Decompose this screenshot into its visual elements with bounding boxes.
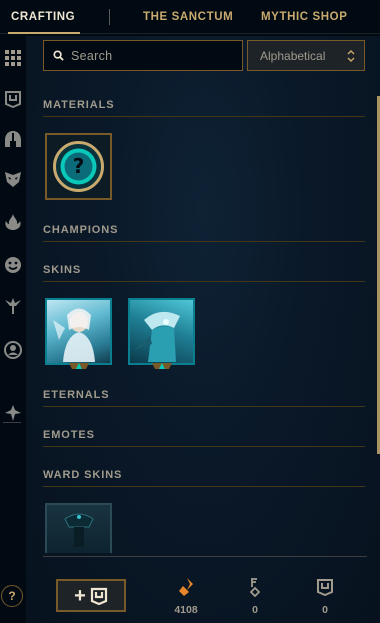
section-divider [43, 116, 365, 117]
mask-icon[interactable] [2, 168, 24, 190]
active-tab-indicator [8, 32, 80, 34]
orange-essence-amount: 4108 [174, 604, 198, 616]
sort-dropdown[interactable]: Alphabetical [247, 40, 365, 71]
helmet-icon[interactable] [2, 128, 24, 150]
chest-icon [317, 579, 333, 596]
currency-chests: 0 [305, 576, 345, 616]
search-box[interactable] [43, 40, 243, 71]
key-icon [249, 578, 261, 597]
flame-icon[interactable] [2, 211, 24, 233]
chest-amount: 0 [322, 604, 328, 616]
search-input[interactable] [71, 48, 231, 63]
profile-icon[interactable] [2, 339, 24, 361]
sort-selected-label: Alphabetical [260, 48, 326, 63]
section-title-ward-skins: WARD SKINS [43, 469, 123, 481]
tab-crafting[interactable]: CRAFTING [11, 11, 75, 23]
tier-pip-icon [69, 363, 89, 369]
svg-text:?: ? [73, 154, 85, 178]
skin-portrait [134, 311, 180, 362]
left-filter-nav [0, 36, 26, 623]
wings-icon[interactable] [2, 402, 24, 424]
tab-divider [109, 9, 110, 25]
skin-tile-2[interactable] [128, 298, 195, 365]
chest-icon [90, 587, 107, 605]
tab-the-sanctum[interactable]: THE SANCTUM [143, 11, 233, 23]
ward-chest-icon[interactable] [2, 88, 24, 110]
section-divider [43, 406, 365, 407]
section-title-eternals: ETERNALS [43, 389, 110, 401]
emote-icon[interactable] [2, 254, 24, 276]
search-icon [53, 50, 64, 61]
ward-skin-portrait [64, 513, 94, 547]
section-title-skins: SKINS [43, 264, 82, 276]
section-divider [43, 281, 365, 282]
key-amount: 0 [252, 604, 258, 616]
bottom-divider [43, 556, 367, 557]
open-chest-button[interactable]: + [56, 579, 126, 612]
section-title-materials: MATERIALS [43, 99, 115, 111]
help-button[interactable]: ? [1, 585, 23, 607]
skin-portrait [53, 308, 95, 362]
tier-pip-icon [152, 363, 172, 369]
chevron-up-down-icon [347, 50, 355, 62]
skin-tile-1[interactable] [45, 298, 112, 365]
mystery-question-icon: ? [53, 141, 104, 192]
currency-keys: 0 [235, 576, 275, 616]
orange-essence-icon [179, 578, 193, 596]
plus-label: + [74, 584, 86, 607]
section-divider [43, 446, 365, 447]
currency-orange-essence: 4108 [166, 576, 206, 616]
top-tab-bar: CRAFTING THE SANCTUM MYTHIC SHOP [0, 0, 380, 36]
section-divider [43, 486, 365, 487]
section-title-emotes: EMOTES [43, 429, 95, 441]
ward-icon[interactable] [2, 295, 24, 317]
section-title-champions: CHAMPIONS [43, 224, 119, 236]
ward-skin-tile[interactable] [45, 503, 112, 553]
material-tile-mystery[interactable]: ? [45, 133, 112, 200]
tab-mythic-shop[interactable]: MYTHIC SHOP [261, 11, 347, 23]
grid-icon[interactable] [2, 47, 24, 69]
section-divider [43, 241, 365, 242]
